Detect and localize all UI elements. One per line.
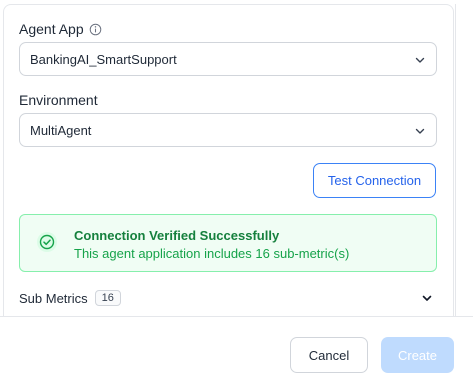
cancel-button[interactable]: Cancel — [290, 337, 368, 373]
check-circle-icon — [37, 232, 57, 252]
test-connection-button[interactable]: Test Connection — [313, 163, 436, 198]
success-title: Connection Verified Successfully — [74, 228, 280, 243]
chevron-down-icon — [422, 295, 432, 301]
footer-divider — [0, 316, 473, 317]
chevron-down-icon — [415, 128, 425, 134]
agent-app-select[interactable]: BankingAI_SmartSupport — [19, 42, 437, 76]
environment-label-row: Environment — [19, 92, 98, 108]
agent-app-label: Agent App — [19, 21, 84, 37]
connection-success-alert: Connection Verified Successfully This ag… — [19, 214, 437, 272]
create-button[interactable]: Create — [381, 337, 454, 373]
success-message: This agent application includes 16 sub-m… — [74, 246, 350, 261]
chevron-down-icon — [415, 57, 425, 63]
environment-label: Environment — [19, 92, 98, 108]
sub-metrics-label: Sub Metrics — [19, 290, 88, 306]
agent-app-value: BankingAI_SmartSupport — [30, 51, 177, 67]
sub-metrics-toggle[interactable]: Sub Metrics 16 — [19, 287, 437, 309]
form-panel: Agent App BankingAI_SmartSupport Environ… — [3, 4, 454, 316]
scroll-edge — [455, 4, 456, 316]
agent-app-label-row: Agent App — [19, 21, 102, 37]
environment-select[interactable]: MultiAgent — [19, 113, 437, 147]
sub-metrics-count-badge: 16 — [94, 290, 121, 306]
environment-value: MultiAgent — [30, 122, 92, 138]
info-circle-icon[interactable] — [89, 23, 102, 36]
